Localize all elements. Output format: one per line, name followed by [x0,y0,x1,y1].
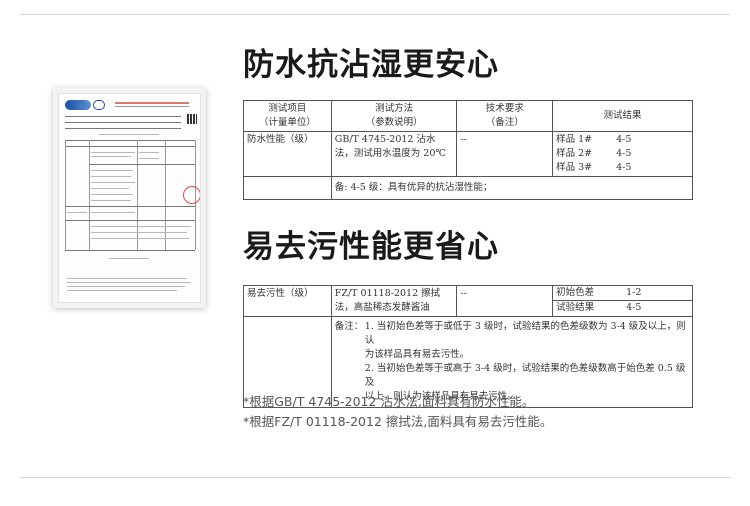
report-text-line [91,156,131,157]
report-table-line [65,140,195,141]
report-text-line [109,258,149,259]
result-cell: 初始色差 1-2 试验结果 4-5 [552,285,693,317]
report-table-border [137,140,138,250]
report-text-line [91,200,131,201]
note-line: 为该样品具有易去污性。 [364,349,470,360]
report-text-line [91,188,129,189]
sample-value: 4-5 [616,148,632,159]
note-line: 1. 当初始色差等于或低于 3 级时，试验结果的色差级数为 3-4 级及以上，则… [364,321,686,346]
result-value: 1-2 [626,287,642,298]
table-row: 防水性能（级） GB/T 4745-2012 沾水法，测试用水温度为 20℃ -… [243,131,693,177]
empty-cell [243,176,332,200]
report-text-line [91,226,191,227]
header-requirement-label: 技术要求 [485,103,524,114]
report-text-line [139,158,159,159]
report-table-border [89,140,90,250]
result-row: 试验结果 4-5 [553,301,692,315]
test-method-cell: FZ/T 01118-2012 擦拭法，高盐稀态发酵酱油 [330,285,458,317]
result-row: 初始色差 1-2 [553,286,692,301]
sample-value: 4-5 [616,162,632,173]
report-table-border [65,140,66,250]
result-cell: 样品 1# 4-5 样品 2# 4-5 样品 3# 4-5 [552,131,693,177]
stain-resistance-heading: 易去污性能更省心 [243,229,499,265]
report-text-line [67,212,87,213]
header-test-item: 测试项目 （计量单位） [243,100,332,132]
report-table-line [65,206,195,207]
sample-row: 样品 3# 4-5 [556,161,689,175]
footnote: *根据GB/T 4745-2012 沾水法,面料具有防水性能。 [243,394,535,409]
report-text-line [91,182,135,183]
table-row: 易去污性（级） FZ/T 01118-2012 擦拭法，高盐稀态发酵酱油 -- … [243,285,693,317]
report-text-line [99,134,159,135]
sample-value: 4-5 [616,134,632,145]
header-result: 测试结果 [552,100,693,132]
report-header-line [115,102,189,104]
report-table-line [65,122,181,123]
report-text-line [91,212,135,213]
test-item-cell: 防水性能（级） [243,131,332,177]
test-item-cell: 易去污性（级） [243,285,332,317]
report-table-line [65,116,181,117]
sample-row: 样品 1# 4-5 [556,133,689,147]
report-text-line [67,278,187,279]
top-divider [20,14,730,15]
footnote: *根据FZ/T 01118-2012 擦拭法,面料具有易去污性能。 [243,414,553,429]
lab-logo-icon [65,100,91,110]
report-table-line [65,146,195,147]
table-header-row: 测试项目 （计量单位） 测试方法 （参数说明） 技术要求 （备注） 测试结果 [243,100,693,132]
test-method-cell: GB/T 4745-2012 沾水法，测试用水温度为 20℃ [330,131,458,177]
report-table-line [89,164,195,165]
qr-code-icon [187,114,197,124]
header-requirement: 技术要求 （备注） [456,100,554,132]
footnotes: *根据GB/T 4745-2012 沾水法,面料具有防水性能。 *根据FZ/T … [243,392,552,432]
report-text-line [91,176,131,177]
report-text-line [67,286,185,287]
result-name: 试验结果 [556,302,595,313]
header-requirement-note: （备注） [485,117,524,128]
report-table-line [65,250,195,251]
report-text-line [91,194,133,195]
sample-name: 样品 3# [556,162,593,173]
requirement-cell: -- [456,285,554,317]
report-text-line [91,232,187,233]
waterproof-test-table: 测试项目 （计量单位） 测试方法 （参数说明） 技术要求 （备注） 测试结果 防… [243,100,694,200]
report-table-line [65,220,195,221]
accreditation-logo-icon [93,100,105,110]
header-test-method-params: （参数说明） [365,117,423,128]
report-header-subline [115,106,189,107]
test-report-thumbnail [53,88,206,308]
result-name: 初始色差 [556,287,595,298]
report-text-line [67,290,177,291]
note-line: 2. 当初始色差等于或高于 3-4 级时，试验结果的色差级数高于始色差 0.5 … [364,363,686,388]
header-test-item-label: 测试项目 [268,103,307,114]
report-text-line [139,152,159,153]
report-text-line [91,238,189,239]
report-table-line [65,128,181,129]
stain-test-table: 易去污性（级） FZ/T 01118-2012 擦拭法，高盐稀态发酵酱油 -- … [243,285,694,408]
bottom-divider [20,477,730,478]
header-result-label: 测试结果 [603,110,642,121]
report-text-line [91,152,135,153]
report-text-line [67,282,191,283]
waterproof-heading: 防水抗沾湿更安心 [243,47,499,83]
red-seal-stamp [183,186,200,204]
sample-name: 样品 2# [556,148,593,159]
header-test-item-unit: （计量单位） [258,117,316,128]
table-note-row: 备: 4-5 级：具有优异的抗沾湿性能； [243,176,694,200]
sample-row: 样品 2# 4-5 [556,147,689,161]
sample-name: 样品 1# [556,134,593,145]
note-cell: 备: 4-5 级：具有优异的抗沾湿性能； [330,176,694,200]
report-text-line [91,170,133,171]
requirement-cell: -- [456,131,554,177]
header-test-method-label: 测试方法 [375,103,414,114]
header-test-method: 测试方法 （参数说明） [330,100,458,132]
report-table-border [165,140,166,250]
test-report-page [58,93,201,303]
result-value: 4-5 [626,302,642,313]
